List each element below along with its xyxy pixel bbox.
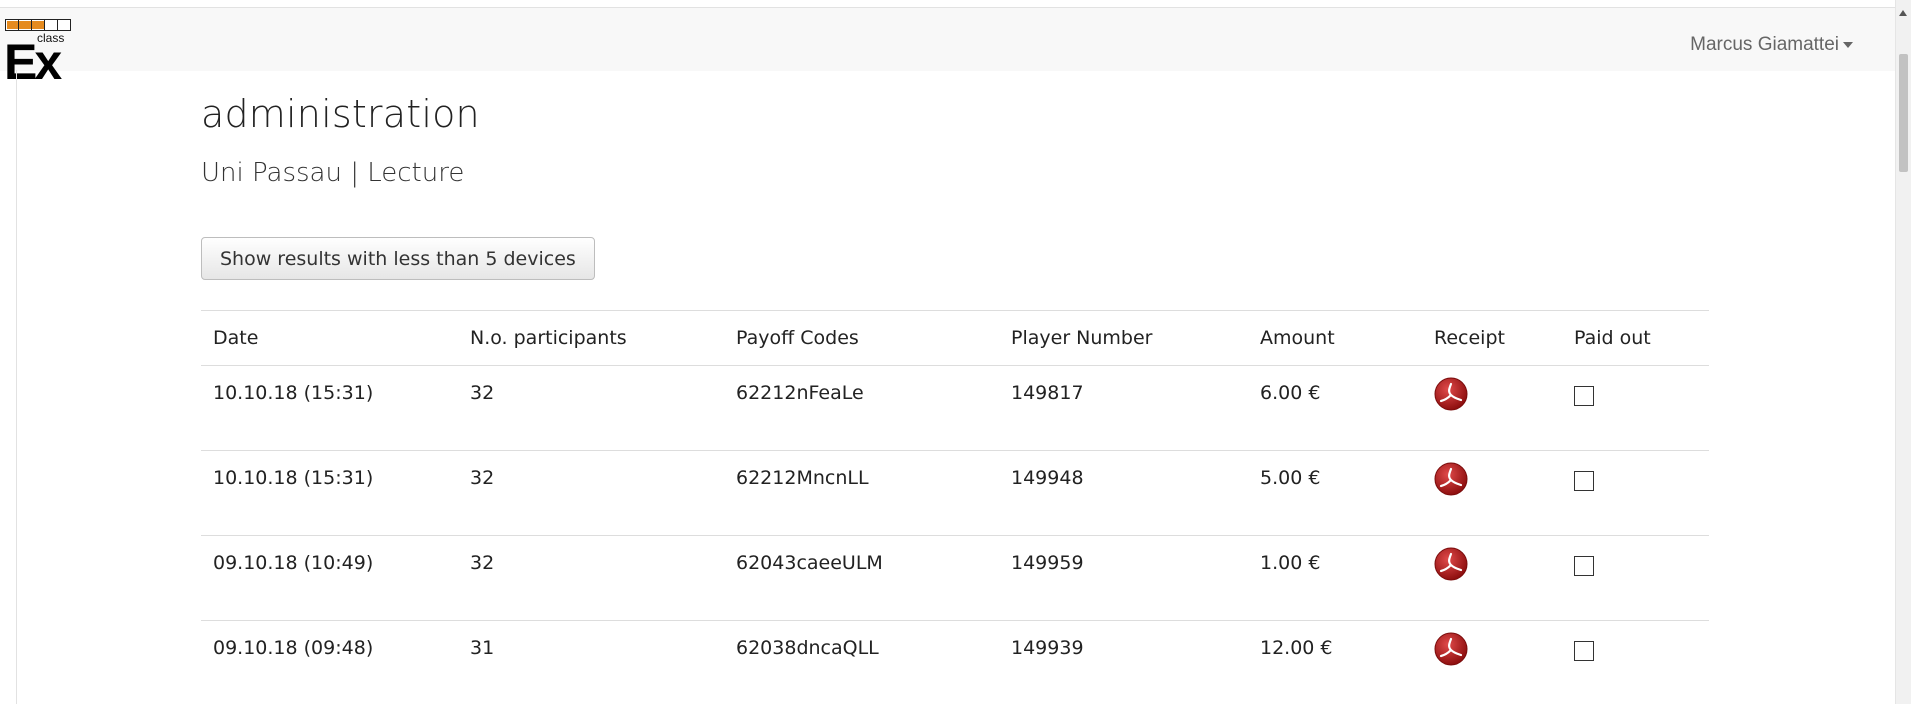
cell-payoff-code: 62212nFeaLe [724, 365, 999, 451]
cell-receipt [1422, 535, 1562, 621]
cell-payoff-code: 62038dncaQLL [724, 620, 999, 704]
table-row: 09.10.18 (09:48) 31 62038dncaQLL 149939 … [201, 620, 1709, 704]
cell-paid-out [1562, 535, 1709, 621]
scroll-up-arrow-icon[interactable] [1899, 10, 1907, 16]
scroll-thumb[interactable] [1899, 54, 1908, 172]
paid-out-checkbox[interactable] [1574, 471, 1594, 491]
caret-down-icon [1843, 41, 1853, 48]
cell-paid-out [1562, 450, 1709, 536]
cell-paid-out [1562, 365, 1709, 451]
header-payoff-codes: Payoff Codes [724, 310, 999, 366]
cell-amount: 12.00 € [1248, 620, 1422, 704]
cell-receipt [1422, 365, 1562, 451]
header-receipt: Receipt [1422, 310, 1562, 366]
cell-participants: 32 [458, 535, 724, 621]
header-date: Date [201, 310, 458, 366]
header-amount: Amount [1248, 310, 1422, 366]
cell-amount: 1.00 € [1248, 535, 1422, 621]
cell-player-number: 149939 [999, 620, 1248, 704]
show-less-than-5-devices-button[interactable]: Show results with less than 5 devices [201, 237, 595, 280]
left-frame-border [0, 70, 17, 704]
cell-player-number: 149817 [999, 365, 1248, 451]
paid-out-checkbox[interactable] [1574, 386, 1594, 406]
paid-out-checkbox[interactable] [1574, 641, 1594, 661]
user-menu-dropdown[interactable]: Marcus Giamattei [1690, 34, 1853, 56]
cell-receipt [1422, 620, 1562, 704]
cell-date: 09.10.18 (09:48) [201, 620, 458, 704]
results-table: Date N.o. participants Payoff Codes Play… [201, 310, 1709, 704]
vertical-scrollbar[interactable] [1895, 0, 1911, 704]
header-participants: N.o. participants [458, 310, 724, 366]
table-header-row: Date N.o. participants Payoff Codes Play… [201, 310, 1709, 366]
page-subtitle: Uni Passau | Lecture [201, 158, 465, 188]
cell-paid-out [1562, 620, 1709, 704]
table-row: 09.10.18 (10:49) 32 62043caeeULM 149959 … [201, 535, 1709, 621]
cell-payoff-code: 62212MncnLL [724, 450, 999, 536]
cell-participants: 31 [458, 620, 724, 704]
cell-payoff-code: 62043caeeULM [724, 535, 999, 621]
header-player-number: Player Number [999, 310, 1248, 366]
header-paid-out: Paid out [1562, 310, 1709, 366]
table-row: 10.10.18 (15:31) 32 62212nFeaLe 149817 6… [201, 365, 1709, 451]
logo-progress-icon [5, 19, 71, 31]
pdf-icon[interactable] [1434, 632, 1468, 666]
pdf-icon[interactable] [1434, 377, 1468, 411]
cell-date: 10.10.18 (15:31) [201, 450, 458, 536]
cell-amount: 5.00 € [1248, 450, 1422, 536]
cell-date: 10.10.18 (15:31) [201, 365, 458, 451]
cell-player-number: 149959 [999, 535, 1248, 621]
page: class Ex Marcus Giamattei administration… [0, 0, 1911, 704]
cell-receipt [1422, 450, 1562, 536]
pdf-icon[interactable] [1434, 462, 1468, 496]
cell-date: 09.10.18 (10:49) [201, 535, 458, 621]
page-title: administration [201, 92, 480, 136]
cell-participants: 32 [458, 450, 724, 536]
cell-player-number: 149948 [999, 450, 1248, 536]
user-name: Marcus Giamattei [1690, 34, 1839, 55]
cell-amount: 6.00 € [1248, 365, 1422, 451]
paid-out-checkbox[interactable] [1574, 556, 1594, 576]
top-navbar: class Ex Marcus Giamattei [0, 7, 1896, 87]
table-row: 10.10.18 (15:31) 32 62212MncnLL 149948 5… [201, 450, 1709, 536]
pdf-icon[interactable] [1434, 547, 1468, 581]
cell-participants: 32 [458, 365, 724, 451]
